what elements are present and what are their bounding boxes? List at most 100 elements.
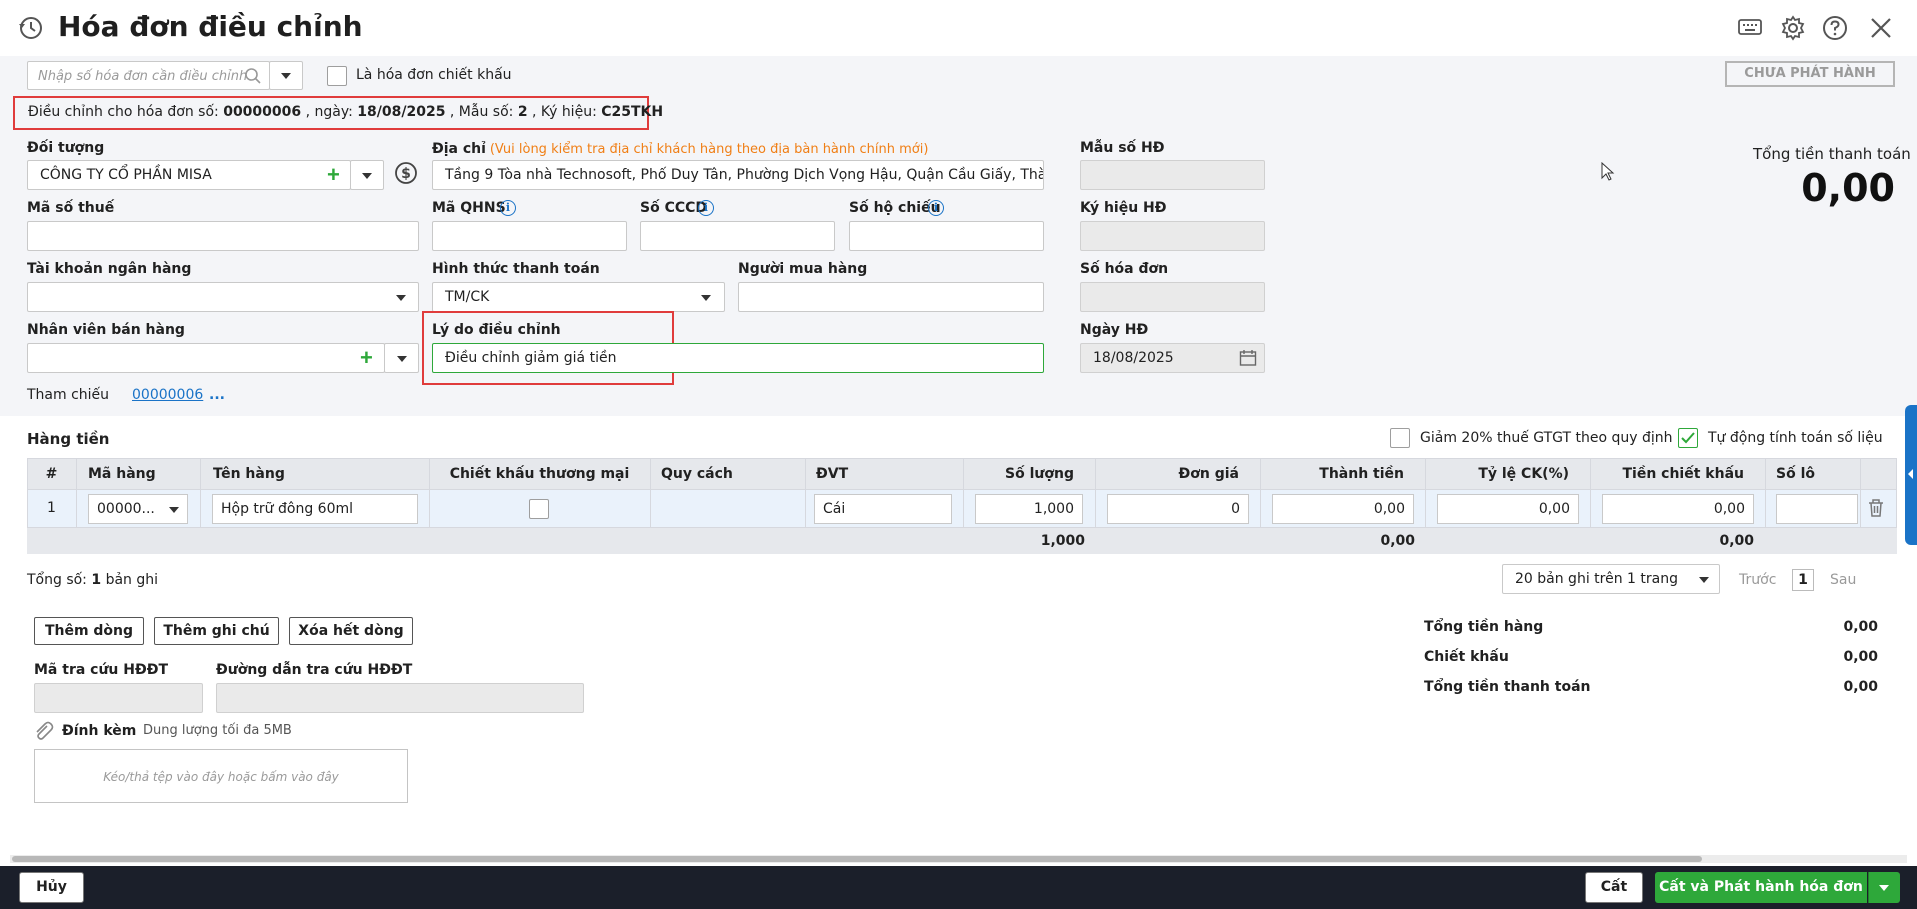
address-input[interactable]: Tầng 9 Tòa nhà Technosoft, Phố Duy Tân, … [432, 160, 1044, 190]
gear-icon[interactable] [1780, 15, 1806, 41]
col-header-qty: Số lượng [1005, 466, 1074, 482]
add-note-button[interactable]: Thêm ghi chú [154, 617, 279, 645]
row-lot-input[interactable] [1776, 494, 1858, 524]
add-customer-icon[interactable]: + [327, 164, 340, 186]
invoice-date-input: 18/08/2025 [1080, 343, 1265, 373]
auto-calc-checkbox[interactable] [1678, 428, 1698, 448]
lookup-url-input [216, 683, 584, 713]
invoice-number-label: Số hóa đơn [1080, 261, 1169, 277]
salesperson-dropdown[interactable] [384, 343, 419, 373]
page-title: Hóa đơn điều chỉnh [58, 10, 363, 43]
customer-dropdown[interactable] [350, 160, 384, 190]
customer-label: Đối tượng [27, 140, 105, 156]
row-discount-amount-input[interactable]: 0,00 [1602, 494, 1754, 524]
next-page-button[interactable]: Sau [1830, 572, 1856, 588]
row-qty-input[interactable]: 1,000 [975, 494, 1083, 524]
invoice-symbol-label: Ký hiệu HĐ [1080, 200, 1167, 216]
lookup-code-input [34, 683, 203, 713]
row-index: 1 [47, 500, 56, 516]
col-header-index: # [45, 466, 58, 482]
mouse-cursor-icon [1601, 161, 1615, 182]
row-unit-input[interactable]: Cái [814, 494, 952, 524]
row-code-select[interactable]: 00000... [88, 494, 188, 524]
chevron-down-icon [701, 295, 711, 301]
tax-code-input[interactable] [27, 221, 419, 251]
scrollbar-thumb[interactable] [12, 856, 1702, 862]
total-payment-label: Tổng tiền thanh toán [1753, 145, 1911, 163]
horizontal-scrollbar[interactable] [10, 855, 1907, 863]
svg-text:$: $ [401, 166, 411, 182]
info-icon[interactable]: i [698, 200, 714, 216]
salesperson-input[interactable] [27, 343, 385, 373]
page-size-select[interactable]: 20 bản ghi trên 1 trang [1502, 564, 1720, 594]
trash-icon[interactable] [1867, 498, 1885, 518]
file-drop-zone[interactable]: Kéo/thả tệp vào đây hoặc bấm vào đây [34, 749, 408, 803]
buyer-label: Người mua hàng [738, 261, 868, 277]
search-icon[interactable] [244, 67, 262, 85]
row-trade-discount-checkbox[interactable] [529, 499, 549, 519]
history-icon[interactable] [18, 15, 44, 41]
reduce-vat-checkbox[interactable] [1390, 428, 1410, 448]
add-salesperson-icon[interactable]: + [360, 347, 373, 369]
col-header-code: Mã hàng [88, 466, 156, 482]
info-icon[interactable]: i [928, 200, 944, 216]
summary-goods-value: 0,00 [1843, 619, 1878, 635]
close-icon[interactable] [1869, 16, 1893, 40]
row-discount-rate-input[interactable]: 0,00 [1437, 494, 1579, 524]
summary-goods-label: Tổng tiền hàng [1424, 619, 1544, 635]
invoice-form-input [1080, 160, 1265, 190]
chevron-down-icon [1699, 577, 1709, 583]
payment-method-select[interactable]: TM/CK [432, 282, 725, 312]
cccd-input[interactable] [640, 221, 835, 251]
lookup-code-label: Mã tra cứu HĐĐT [34, 662, 169, 678]
col-header-spec: Quy cách [661, 466, 733, 482]
payment-method-label: Hình thức thanh toán [432, 261, 600, 277]
chevron-down-icon [362, 173, 372, 179]
col-header-name: Tên hàng [213, 466, 285, 482]
side-panel-tab[interactable] [1905, 405, 1917, 545]
prev-page-button[interactable]: Trước [1739, 572, 1776, 588]
delete-all-rows-button[interactable]: Xóa hết dòng [289, 617, 413, 645]
chevron-down-icon [1879, 885, 1889, 891]
column-separator [650, 458, 651, 528]
chevron-left-icon [1908, 469, 1913, 479]
currency-icon[interactable]: $ [394, 161, 418, 185]
invoice-date-label: Ngày HĐ [1080, 322, 1149, 338]
save-and-issue-button[interactable]: Cất và Phát hành hóa đơn [1655, 872, 1867, 903]
current-page[interactable]: 1 [1792, 569, 1814, 591]
search-dropdown-button[interactable] [269, 61, 303, 90]
col-header-lot: Số lô [1776, 466, 1815, 482]
help-icon[interactable] [1822, 15, 1848, 41]
row-price-input[interactable]: 0 [1107, 494, 1249, 524]
bank-account-select[interactable] [27, 282, 419, 312]
summary-discount-label: Chiết khấu [1424, 649, 1509, 665]
invoice-symbol-input [1080, 221, 1265, 251]
discount-invoice-checkbox[interactable] [327, 66, 347, 86]
customer-input[interactable]: CÔNG TY CỔ PHẦN MISA [27, 160, 351, 190]
cancel-button[interactable]: Hủy [19, 872, 84, 903]
passport-label: Số hộ chiếu [849, 200, 941, 216]
keyboard-icon[interactable] [1738, 18, 1762, 38]
reference-more[interactable]: ... [209, 387, 225, 403]
reference-link[interactable]: 00000006 [132, 387, 203, 403]
calendar-icon[interactable] [1239, 349, 1257, 367]
col-header-amount: Thành tiền [1319, 466, 1404, 482]
col-header-discount-rate: Tỷ lệ CK(%) [1478, 466, 1569, 482]
add-row-button[interactable]: Thêm dòng [34, 617, 144, 645]
search-input[interactable]: Nhập số hóa đơn cần điều chỉnh [27, 61, 270, 90]
chevron-down-icon [396, 295, 406, 301]
row-amount-input[interactable]: 0,00 [1272, 494, 1414, 524]
qhns-input[interactable] [432, 221, 627, 251]
buyer-input[interactable] [738, 282, 1044, 312]
row-name-input[interactable]: Hộp trữ đông 60ml [212, 494, 418, 524]
reference-label: Tham chiếu [27, 387, 110, 403]
save-and-issue-dropdown[interactable] [1868, 872, 1900, 903]
passport-input[interactable] [849, 221, 1044, 251]
col-header-trade-discount: Chiết khấu thương mại [449, 466, 630, 482]
save-button[interactable]: Cất [1585, 872, 1643, 903]
auto-calc-label: Tự động tính toán số liệu [1708, 430, 1883, 446]
reason-input[interactable]: Điều chỉnh giảm giá tiền [432, 343, 1044, 373]
info-icon[interactable]: i [500, 200, 516, 216]
adjust-info: Điều chỉnh cho hóa đơn số: 00000006 , ng… [28, 104, 664, 120]
attach-limit: Dung lượng tối đa 5MB [143, 723, 292, 738]
